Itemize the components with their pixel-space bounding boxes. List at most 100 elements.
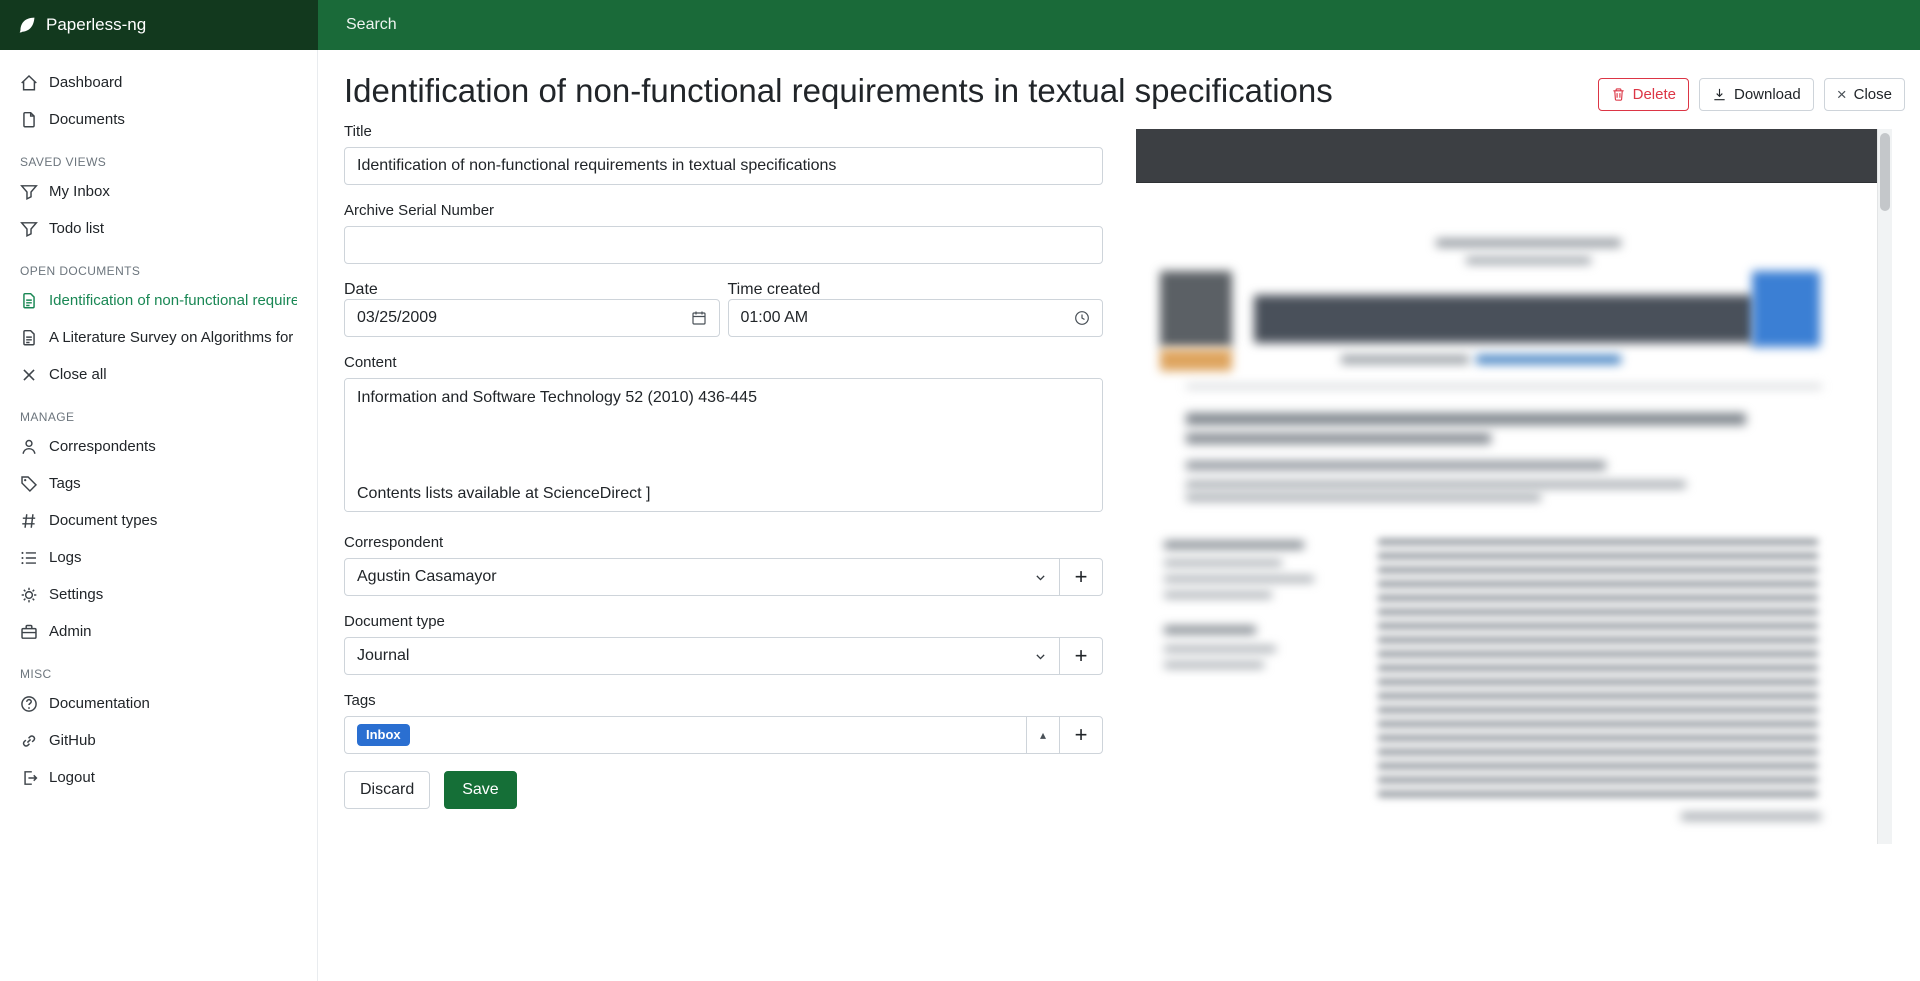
sidebar-item-label: Close all xyxy=(49,366,107,383)
file-text-icon xyxy=(20,329,38,347)
preview-scrollbar-thumb[interactable] xyxy=(1880,133,1890,211)
tag-badge-inbox[interactable]: Inbox xyxy=(357,724,410,746)
sidebar-item-label: Documentation xyxy=(49,695,150,712)
date-input[interactable]: 03/25/2009 xyxy=(344,299,720,337)
pdf-viewer-toolbar[interactable] xyxy=(1136,129,1877,183)
clock-icon[interactable] xyxy=(1074,310,1090,326)
preview-blur-article-title-1 xyxy=(1186,413,1746,425)
document-edit-form: Title Archive Serial Number Date 03/25/2… xyxy=(344,123,1103,981)
preview-blur-footer-line xyxy=(1681,813,1821,820)
question-circle-icon xyxy=(20,695,38,713)
delete-button-label: Delete xyxy=(1633,86,1676,103)
page-title: Identification of non-functional require… xyxy=(344,70,1333,111)
sidebar-item-document-types[interactable]: Document types xyxy=(0,502,317,539)
sidebar-item-settings[interactable]: Settings xyxy=(0,576,317,613)
sidebar-open-document-2[interactable]: A Literature Survey on Algorithms for Mu… xyxy=(0,319,317,356)
sidebar-section-saved-views: SAVED VIEWS xyxy=(20,155,297,169)
list-icon xyxy=(20,549,38,567)
sidebar-item-todo-list[interactable]: Todo list xyxy=(0,210,317,247)
preview-blur-journal-banner xyxy=(1254,295,1754,343)
title-input[interactable] xyxy=(344,147,1103,185)
add-document-type-button[interactable]: + xyxy=(1059,637,1103,675)
document-type-select[interactable]: Journal xyxy=(344,637,1060,675)
delete-button[interactable]: Delete xyxy=(1598,78,1689,111)
sidebar-item-tags[interactable]: Tags xyxy=(0,465,317,502)
sidebar-item-dashboard[interactable]: Dashboard xyxy=(0,64,317,101)
door-icon xyxy=(20,769,38,787)
house-icon xyxy=(20,74,38,92)
add-correspondent-button[interactable]: + xyxy=(1059,558,1103,596)
sidebar-item-label: Settings xyxy=(49,586,103,603)
preview-blur-abstract-block xyxy=(1378,539,1818,797)
content-textarea[interactable]: Information and Software Technology 52 (… xyxy=(344,378,1103,512)
leaf-logo-icon xyxy=(18,16,36,34)
sidebar-item-label: Document types xyxy=(49,512,157,529)
date-field-label: Date xyxy=(344,281,378,298)
sidebar-item-my-inbox[interactable]: My Inbox xyxy=(0,173,317,210)
sidebar-item-label: GitHub xyxy=(49,732,96,749)
preview-blur-homepage-line-gray xyxy=(1341,355,1469,364)
download-icon xyxy=(1712,87,1727,102)
add-tag-button[interactable]: + xyxy=(1059,716,1103,754)
sidebar-item-label: Logs xyxy=(49,549,82,566)
plus-icon: + xyxy=(1075,564,1088,590)
link-icon xyxy=(20,732,38,750)
sidebar-item-logout[interactable]: Logout xyxy=(0,759,317,796)
sidebar-item-label: Dashboard xyxy=(49,74,122,91)
app-brand[interactable]: Paperless-ng xyxy=(0,0,318,50)
preview-blur-sciencedirect-logo xyxy=(1752,271,1820,347)
person-icon xyxy=(20,438,38,456)
preview-blur-info-line-3 xyxy=(1164,576,1314,582)
discard-button[interactable]: Discard xyxy=(344,771,430,809)
sidebar-item-label: A Literature Survey on Algorithms for Mu… xyxy=(49,329,297,346)
calendar-icon[interactable] xyxy=(691,310,707,326)
preview-scrollbar[interactable] xyxy=(1877,129,1892,844)
preview-blur-affiliation-1 xyxy=(1186,481,1686,488)
preview-blur-author-line-2 xyxy=(1466,257,1591,264)
plus-icon: + xyxy=(1075,722,1088,748)
chevron-down-icon xyxy=(1034,650,1047,663)
tags-input[interactable]: Inbox xyxy=(344,716,1027,754)
sidebar-item-close-all[interactable]: Close all xyxy=(0,356,317,393)
preview-blur-info-line-1 xyxy=(1164,541,1304,549)
sidebar-section-misc: MISC xyxy=(20,667,297,681)
tags-dropdown-button[interactable]: ▴ xyxy=(1026,716,1060,754)
sidebar-item-documents[interactable]: Documents xyxy=(0,101,317,138)
close-icon xyxy=(20,366,38,384)
sidebar-open-document-1[interactable]: Identification of non-functional require… xyxy=(0,282,317,319)
topbar: Paperless-ng xyxy=(0,0,1920,50)
preview-blur-divider xyxy=(1186,385,1822,388)
preview-blur-homepage-line-blue xyxy=(1476,355,1621,364)
file-text-icon xyxy=(20,292,38,310)
time-created-input[interactable]: 01:00 AM xyxy=(728,299,1104,337)
download-button[interactable]: Download xyxy=(1699,78,1814,111)
gear-icon xyxy=(20,586,38,604)
sidebar-item-label: Correspondents xyxy=(49,438,156,455)
trash-icon xyxy=(1611,87,1626,102)
sidebar-section-open-documents: OPEN DOCUMENTS xyxy=(20,264,297,278)
caret-up-icon: ▴ xyxy=(1040,728,1046,742)
close-button[interactable]: × Close xyxy=(1824,78,1905,111)
sidebar-item-github[interactable]: GitHub xyxy=(0,722,317,759)
plus-icon: + xyxy=(1075,643,1088,669)
preview-blur-affiliation-2 xyxy=(1186,494,1541,501)
download-button-label: Download xyxy=(1734,86,1801,103)
archive-serial-number-input[interactable] xyxy=(344,226,1103,264)
save-button[interactable]: Save xyxy=(444,771,516,809)
correspondent-select[interactable]: Agustin Casamayor xyxy=(344,558,1060,596)
topbar-search-area xyxy=(318,0,1920,50)
correspondent-field-label: Correspondent xyxy=(344,534,1103,551)
sidebar-item-documentation[interactable]: Documentation xyxy=(0,685,317,722)
preview-blur-info-line-2 xyxy=(1164,560,1282,566)
sidebar-item-logs[interactable]: Logs xyxy=(0,539,317,576)
preview-blur-info-line-5 xyxy=(1164,626,1256,634)
sidebar-item-correspondents[interactable]: Correspondents xyxy=(0,428,317,465)
toolbox-icon xyxy=(20,623,38,641)
preview-blur-info-line-7 xyxy=(1164,662,1264,668)
sidebar-item-admin[interactable]: Admin xyxy=(0,613,317,650)
sidebar-item-label: Todo list xyxy=(49,220,104,237)
search-input[interactable] xyxy=(344,15,944,35)
pdf-page xyxy=(1136,183,1877,844)
sidebar: Dashboard Documents SAVED VIEWS My Inbox… xyxy=(0,50,318,981)
document-preview xyxy=(1136,129,1892,844)
